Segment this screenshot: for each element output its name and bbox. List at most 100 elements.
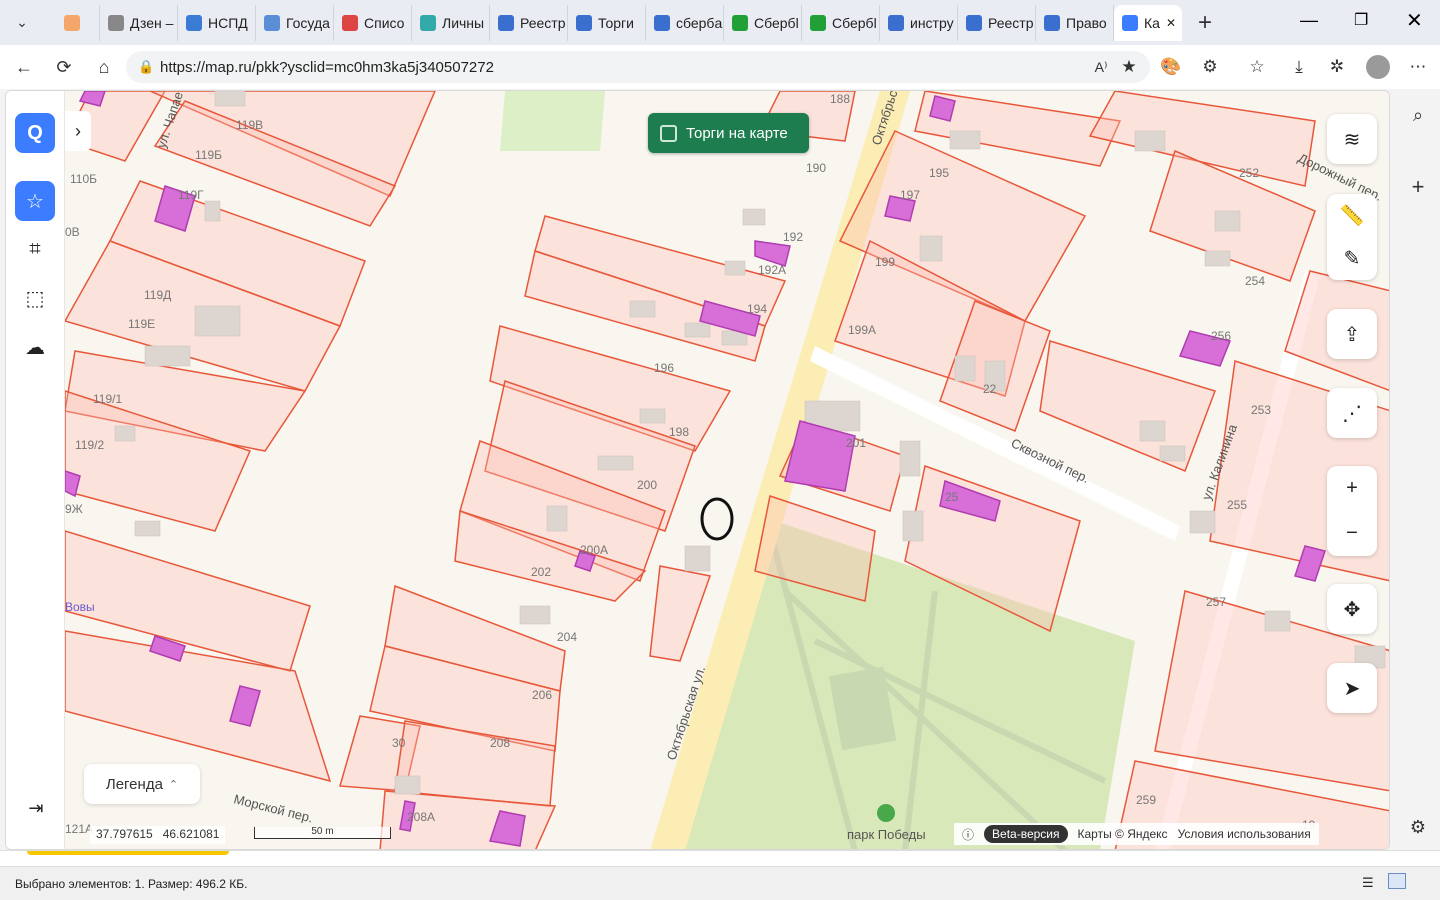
tab-label: Дзен –: [130, 14, 174, 31]
svg-text:208А: 208А: [407, 810, 435, 824]
yandex-attribution[interactable]: Карты © Яндекс: [1078, 827, 1168, 841]
torgi-label: Торги на карте: [686, 124, 788, 142]
tab-5[interactable]: Личны: [412, 4, 490, 41]
svg-text:195: 195: [929, 166, 949, 180]
favorite-star-icon[interactable]: ★: [1115, 53, 1143, 81]
move-icon[interactable]: ✥: [1344, 597, 1361, 622]
minimize-button[interactable]: —: [1300, 10, 1318, 31]
zoom-in-icon[interactable]: +: [1346, 477, 1358, 500]
tab-7[interactable]: Торги: [568, 4, 646, 41]
tab-label: сбербa: [676, 14, 723, 31]
search-icon[interactable]: ⌕: [1403, 100, 1433, 130]
favorites-star-icon[interactable]: ☆: [15, 181, 55, 221]
svg-text:парк Победы: парк Победы: [847, 827, 926, 842]
terms-link[interactable]: Условия использования: [1178, 827, 1311, 841]
app-logo-icon[interactable]: Q: [15, 113, 55, 153]
svg-text:22: 22: [983, 382, 997, 396]
legend-button[interactable]: Легенда ⌃: [84, 764, 200, 804]
navigation-arrow-icon[interactable]: ➤: [1344, 676, 1361, 701]
torgi-checkbox[interactable]: [660, 124, 677, 142]
zoom-control: + −: [1327, 466, 1377, 556]
cloud-upload-icon[interactable]: ⇪: [1344, 322, 1361, 347]
read-aloud-icon[interactable]: A⁾: [1087, 53, 1115, 81]
extensions-puzzle-icon[interactable]: ⚙: [1196, 53, 1224, 81]
tab-1[interactable]: Дзен –: [100, 4, 178, 41]
tab-label: инстру: [910, 14, 954, 31]
geolocate-control: ➤: [1327, 663, 1377, 713]
route-icon[interactable]: ⌗: [15, 229, 55, 269]
tab-6[interactable]: Реестр: [490, 4, 568, 41]
tab-list-button[interactable]: ⌄: [6, 7, 38, 39]
svg-text:Вовы: Вовы: [65, 600, 95, 614]
svg-text:0В: 0В: [65, 225, 80, 239]
tab-label: Реестр: [988, 14, 1034, 31]
layers-control: ≋: [1327, 114, 1377, 164]
pan-control: ✥: [1327, 584, 1377, 634]
new-tab-button[interactable]: +: [1198, 9, 1212, 37]
svg-text:25: 25: [945, 490, 959, 504]
info-icon[interactable]: ⓘ: [962, 826, 974, 843]
tab-9[interactable]: Сбербl: [724, 4, 802, 41]
copilot-icon[interactable]: ✲: [1323, 53, 1351, 81]
expand-panel-chevron-icon[interactable]: ›: [65, 111, 91, 151]
tab-2[interactable]: НСПД: [178, 4, 256, 41]
svg-text:9Ж: 9Ж: [65, 502, 83, 516]
zoom-out-icon[interactable]: −: [1346, 522, 1358, 545]
map-canvas[interactable]: 119В 119Б 110Б 119Г 0В 119Д 119Е 119/1 1…: [63, 91, 1389, 849]
park-icon: [877, 804, 895, 822]
tab-12[interactable]: Реестр: [958, 4, 1036, 41]
layers-icon[interactable]: ≋: [1344, 127, 1361, 152]
tab-11[interactable]: инстру: [880, 4, 958, 41]
profile-avatar[interactable]: [1364, 53, 1392, 81]
tab-label: НСПД: [208, 14, 248, 31]
share-icon[interactable]: ⋰: [1342, 401, 1362, 426]
svg-text:194: 194: [747, 302, 767, 316]
chevron-up-icon: ⌃: [168, 778, 179, 791]
tab-label: Торги: [598, 14, 634, 31]
details-view-icon[interactable]: [1388, 873, 1406, 889]
svg-text:190: 190: [806, 161, 826, 175]
torgi-toggle-button[interactable]: Торги на карте: [648, 113, 809, 153]
lock-icon: 🔒: [138, 59, 155, 74]
reload-icon[interactable]: ⟳: [48, 51, 80, 83]
add-icon[interactable]: +: [1403, 172, 1433, 202]
url-text: https://map.ru/pkk?ysclid=mc0hm3ka5j3405…: [160, 58, 494, 76]
list-view-icon[interactable]: ☰: [1362, 875, 1374, 891]
tab-4[interactable]: Списо: [334, 4, 412, 41]
svg-text:199А: 199А: [848, 323, 876, 337]
tab-14[interactable]: Ка ✕: [1114, 4, 1182, 41]
tab-favicon-icon: [342, 14, 358, 31]
close-tab-icon[interactable]: ✕: [1166, 16, 1176, 30]
login-icon[interactable]: ⇥: [16, 788, 56, 828]
select-area-icon[interactable]: ⬚: [15, 278, 55, 318]
svg-text:192А: 192А: [758, 263, 786, 277]
extension-icon[interactable]: 🎨: [1157, 53, 1185, 81]
tab-0[interactable]: [56, 4, 100, 41]
settings-gear-icon[interactable]: ⚙: [1403, 812, 1433, 842]
back-icon[interactable]: ←: [8, 51, 40, 83]
url-field[interactable]: 🔒 https://map.ru/pkk?ysclid=mc0hm3ka5j34…: [126, 51, 1150, 83]
svg-text:Морской пер.: Морской пер.: [232, 791, 314, 825]
ruler-icon[interactable]: 📏: [1340, 203, 1365, 228]
tab-8[interactable]: сбербa: [646, 4, 724, 41]
edit-icon[interactable]: ✎: [1344, 246, 1361, 271]
tab-favicon-icon: [264, 14, 280, 31]
home-icon[interactable]: ⌂: [88, 51, 120, 83]
tab-favicon-icon: [186, 14, 202, 31]
tab-favicon-icon: [498, 14, 514, 31]
tab-13[interactable]: Право: [1036, 4, 1114, 41]
svg-text:208: 208: [490, 736, 510, 750]
svg-text:253: 253: [1251, 403, 1271, 417]
restore-button[interactable]: ❐: [1354, 10, 1368, 30]
more-menu-icon[interactable]: ⋯: [1404, 53, 1432, 81]
favorites-icon[interactable]: ☆: [1243, 53, 1271, 81]
status-bar: Выбрано элементов: 1. Размер: 496.2 КБ. …: [0, 866, 1440, 900]
tab-10[interactable]: Сбербl: [802, 4, 880, 41]
svg-text:200: 200: [637, 478, 657, 492]
svg-text:259: 259: [1136, 793, 1156, 807]
close-window-button[interactable]: ✕: [1406, 8, 1423, 33]
tab-label: Сбербl: [832, 14, 877, 31]
cloud-icon[interactable]: ☁: [15, 327, 55, 367]
downloads-icon[interactable]: ⤓: [1285, 53, 1313, 81]
tab-3[interactable]: Госуда: [256, 4, 334, 41]
